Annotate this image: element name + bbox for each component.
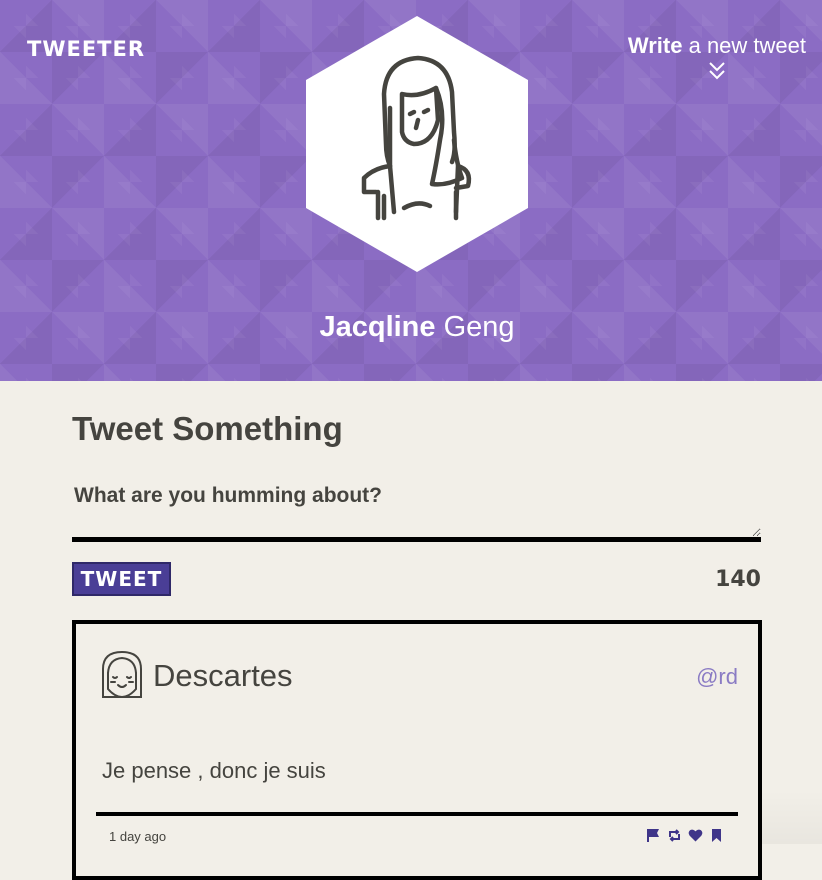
character-count: 140 xyxy=(715,567,761,592)
profile-name: Jacqline Geng xyxy=(0,311,822,344)
profile-first-name: Jacqline xyxy=(319,311,436,343)
tweet-text: Je pense , donc je suis xyxy=(102,758,326,783)
flag-icon[interactable] xyxy=(646,828,661,843)
profile-header: TWEETER Write a new tweet Jacqline Geng xyxy=(0,0,822,381)
tweet-divider xyxy=(96,812,738,816)
retweet-icon[interactable] xyxy=(667,828,682,843)
tweet-input[interactable] xyxy=(72,478,761,542)
tweet-actions xyxy=(646,828,724,843)
bookmark-icon[interactable] xyxy=(709,828,724,843)
heart-icon[interactable] xyxy=(688,828,703,843)
tweet-author-handle[interactable]: @rd xyxy=(696,664,738,690)
tweet-timestamp: 1 day ago xyxy=(109,829,167,844)
author-avatar-icon xyxy=(102,650,142,699)
profile-last-name: Geng xyxy=(435,311,515,343)
scroll-shadow xyxy=(760,790,822,844)
app-logo[interactable]: TWEETER xyxy=(27,37,145,61)
tweet-card: Descartes @rd Je pense , donc je suis 1 … xyxy=(72,620,762,880)
profile-avatar xyxy=(306,16,528,272)
composer-title: Tweet Something xyxy=(72,410,343,447)
write-new-tweet-link[interactable]: Write a new tweet xyxy=(628,33,806,81)
tweet-author-name[interactable]: Descartes xyxy=(153,658,293,694)
write-link-bold: Write xyxy=(627,33,683,58)
double-chevron-down-icon xyxy=(709,62,725,80)
write-link-text: a new tweet xyxy=(682,33,806,58)
tweet-button[interactable]: TWEET xyxy=(72,562,171,596)
